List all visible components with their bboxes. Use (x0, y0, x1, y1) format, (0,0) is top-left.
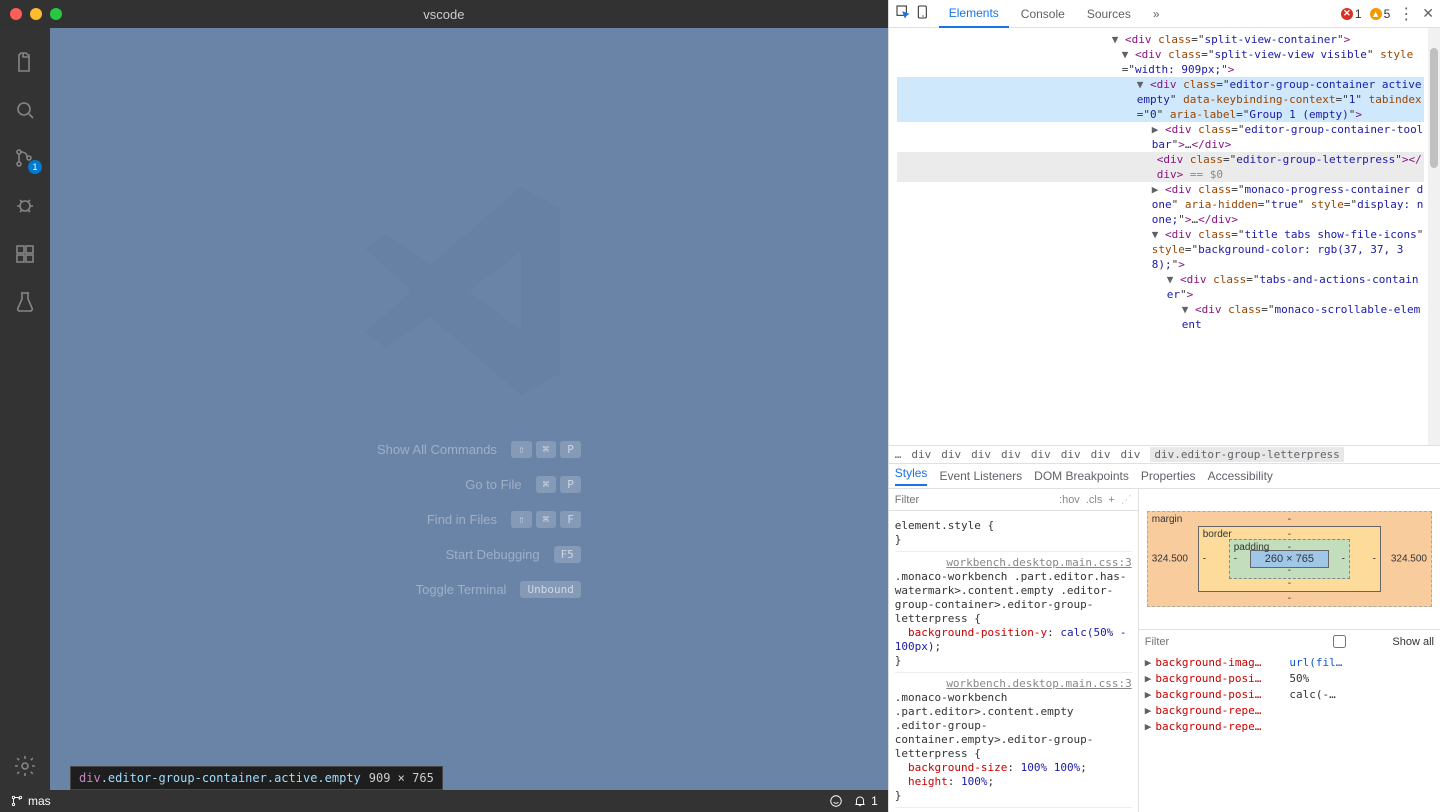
key-cmd: ⌘ (536, 511, 557, 528)
dom-breadcrumb[interactable]: … div div div div div div div div div.ed… (889, 445, 1440, 464)
window-title: vscode (0, 7, 888, 22)
activity-bar: 1 (0, 28, 50, 790)
crumb-current[interactable]: div.editor-group-letterpress (1150, 447, 1343, 462)
watermark-row: Go to File ⌘ P (357, 476, 581, 493)
bell-count: 1 (871, 794, 878, 808)
key-f: F (560, 511, 581, 528)
tab-accessibility[interactable]: Accessibility (1208, 469, 1273, 483)
tab-dom-breakpoints[interactable]: DOM Breakpoints (1034, 469, 1129, 483)
dom-tree[interactable]: ▼ <div class="split-view-container">▼ <d… (889, 28, 1428, 445)
workbench: 1 (0, 28, 888, 790)
git-branch-status[interactable]: mas (10, 794, 51, 808)
explorer-icon[interactable] (0, 38, 50, 86)
show-all-checkbox[interactable] (1293, 635, 1387, 648)
wm-label: Go to File (382, 477, 522, 492)
styles-filter-bar: :hov .cls + ⋰ (889, 489, 1138, 511)
tab-properties[interactable]: Properties (1141, 469, 1196, 483)
wm-label: Start Debugging (400, 547, 540, 562)
inspect-element-icon[interactable] (895, 4, 911, 23)
key-cmd: ⌘ (536, 476, 557, 493)
styles-filter-input[interactable] (895, 494, 1053, 506)
tab-elements[interactable]: Elements (939, 0, 1009, 28)
warning-count[interactable]: ▲5 (1370, 7, 1391, 21)
source-control-icon[interactable]: 1 (0, 134, 50, 182)
vscode-window: vscode 1 (0, 0, 888, 812)
status-bar: mas div.editor-group-container.active.em… (0, 790, 888, 812)
extensions-icon[interactable] (0, 230, 50, 278)
styles-panel: :hov .cls + ⋰ element.style {}workbench.… (889, 489, 1440, 812)
devtools: Elements Console Sources » ✕1 ▲5 ⋮ ✕ ▼ <… (888, 0, 1440, 812)
search-icon[interactable] (0, 86, 50, 134)
branch-name: mas (28, 794, 51, 808)
computed-filter-bar: Show all (1139, 629, 1440, 653)
key-cmd: ⌘ (536, 441, 557, 458)
dim-readout: 909 × 765 (369, 771, 434, 785)
hov-toggle[interactable]: :hov (1059, 494, 1080, 506)
crumb[interactable]: … (895, 448, 902, 461)
wm-label: Toggle Terminal (366, 582, 506, 597)
watermark: Show All Commands ⇧ ⌘ P Go to File ⌘ P F (357, 441, 581, 598)
titlebar[interactable]: vscode (0, 0, 888, 28)
key-p: P (560, 476, 581, 493)
key-unbound: Unbound (520, 581, 580, 598)
crumb[interactable]: div (941, 448, 961, 461)
watermark-row: Toggle Terminal Unbound (357, 581, 581, 598)
watermark-row: Find in Files ⇧ ⌘ F (357, 511, 581, 528)
watermark-row: Start Debugging F5 (357, 546, 581, 563)
feedback-icon[interactable] (829, 794, 843, 808)
tab-styles[interactable]: Styles (895, 466, 928, 486)
show-all-label: Show all (1392, 636, 1434, 648)
wm-label: Find in Files (357, 512, 497, 527)
element-inspect-tooltip: div.editor-group-container.active.empty … (70, 766, 443, 790)
error-count[interactable]: ✕1 (1341, 7, 1362, 21)
box-model: margin - - 324.500 324.500 border - - - … (1139, 489, 1440, 629)
key-shift: ⇧ (511, 441, 532, 458)
css-rules[interactable]: element.style {}workbench.desktop.main.c… (889, 511, 1138, 812)
device-toggle-icon[interactable] (915, 4, 931, 23)
watermark-row: Show All Commands ⇧ ⌘ P (357, 441, 581, 458)
key-f5: F5 (554, 546, 581, 563)
tabs-more-icon[interactable]: » (1143, 1, 1170, 27)
elements-panel: ▼ <div class="split-view-container">▼ <d… (889, 28, 1440, 445)
debug-icon[interactable] (0, 182, 50, 230)
scm-badge: 1 (28, 160, 42, 174)
computed-filter-input[interactable] (1145, 636, 1287, 648)
kebab-menu-icon[interactable]: ⋮ (1398, 4, 1414, 24)
crumb[interactable]: div (1061, 448, 1081, 461)
crumb[interactable]: div (971, 448, 991, 461)
crumb[interactable]: div (911, 448, 931, 461)
close-devtools-icon[interactable]: ✕ (1422, 5, 1434, 22)
settings-gear-icon[interactable] (0, 742, 50, 790)
notification-bell-icon[interactable]: 1 (853, 794, 878, 808)
key-p: P (560, 441, 581, 458)
wm-label: Show All Commands (357, 442, 497, 457)
crumb[interactable]: div (1001, 448, 1021, 461)
scrollbar[interactable] (1428, 28, 1440, 445)
crumb[interactable]: div (1091, 448, 1111, 461)
add-rule-icon[interactable]: + (1108, 494, 1114, 506)
crumb[interactable]: div (1121, 448, 1141, 461)
vscode-logo-icon (339, 161, 599, 421)
styles-tabs: Styles Event Listeners DOM Breakpoints P… (889, 464, 1440, 489)
beaker-icon[interactable] (0, 278, 50, 326)
handle-icon[interactable]: ⋰ (1121, 493, 1132, 506)
key-shift: ⇧ (511, 511, 532, 528)
editor-empty-area[interactable]: Show All Commands ⇧ ⌘ P Go to File ⌘ P F (50, 28, 888, 790)
computed-properties[interactable]: ▶background-imag…url(fil…▶background-pos… (1139, 653, 1440, 812)
tab-sources[interactable]: Sources (1077, 1, 1141, 27)
tab-event-listeners[interactable]: Event Listeners (939, 469, 1022, 483)
devtools-tabs: Elements Console Sources » ✕1 ▲5 ⋮ ✕ (889, 0, 1440, 28)
tab-console[interactable]: Console (1011, 1, 1075, 27)
crumb[interactable]: div (1031, 448, 1051, 461)
cls-toggle[interactable]: .cls (1086, 494, 1103, 506)
